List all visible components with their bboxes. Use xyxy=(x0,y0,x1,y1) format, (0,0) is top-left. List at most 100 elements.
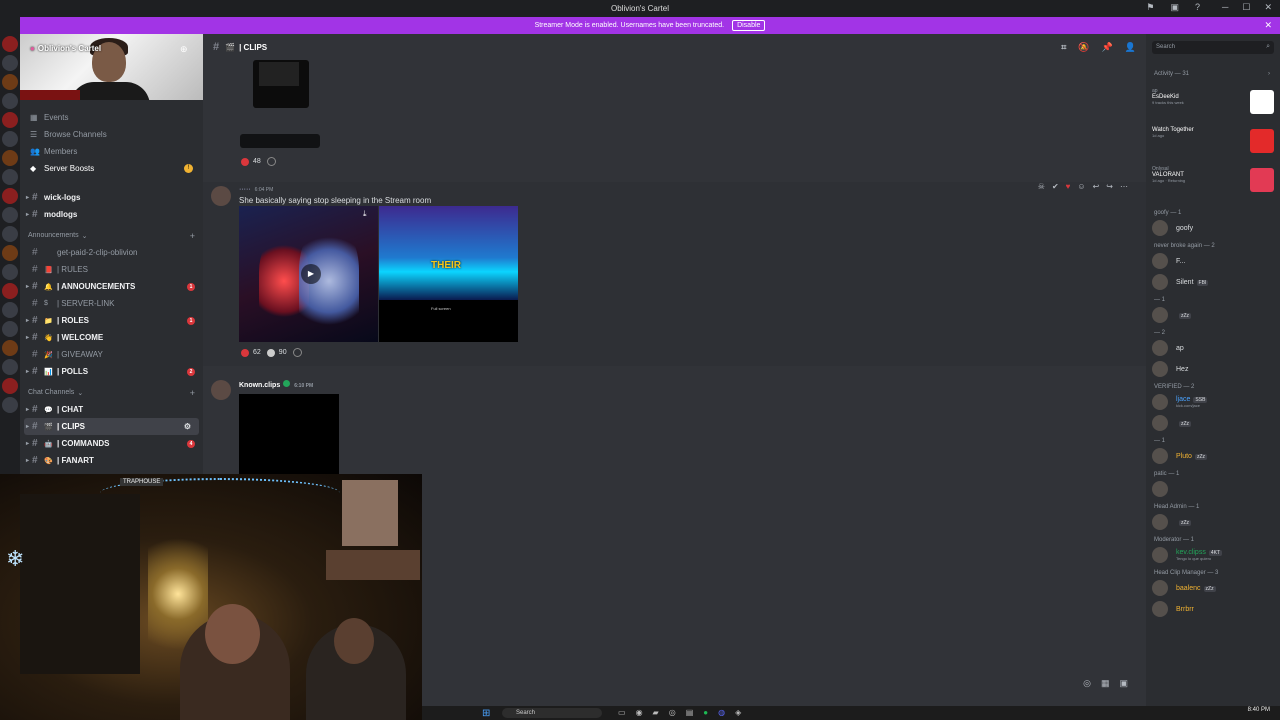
nav-members[interactable]: 👥 Members xyxy=(20,143,203,160)
member-item[interactable]: Hez xyxy=(1152,361,1188,377)
channel-item[interactable]: ▸ # 🎨 | FANART xyxy=(20,452,203,469)
member-item[interactable]: kev.clipss 4KT Tengo lo que quiero xyxy=(1152,547,1222,563)
close-window-icon[interactable]: ✕ xyxy=(1264,2,1272,13)
mute-icon[interactable]: 🔕 xyxy=(1078,42,1089,53)
channel-item[interactable]: ▸ # 🎬 | CLIPS ⚙ xyxy=(24,418,199,435)
forward-icon[interactable]: ↪ xyxy=(1106,182,1113,191)
reaction[interactable]: 48 xyxy=(241,157,261,166)
channel-item[interactable]: ▸ # 🔔 | ANNOUNCEMENTS 1 xyxy=(20,278,203,295)
server-icon[interactable] xyxy=(2,226,18,242)
gif-icon[interactable]: ▦ xyxy=(1101,678,1110,689)
avatar[interactable] xyxy=(211,380,231,400)
app-icon[interactable]: ◈ xyxy=(735,708,741,717)
member-item[interactable] xyxy=(1152,481,1176,497)
server-icon[interactable] xyxy=(2,302,18,318)
server-icon[interactable] xyxy=(2,112,18,128)
server-name[interactable]: Oblivion's Cartel xyxy=(30,44,101,53)
member-item[interactable]: ljace SSB kick.com/jace xyxy=(1152,394,1208,410)
skull-reaction-icon[interactable]: ☠ xyxy=(1038,182,1045,191)
avatar[interactable] xyxy=(211,186,231,206)
server-icon[interactable] xyxy=(2,245,18,261)
download-icon[interactable]: ⤓ xyxy=(363,209,367,219)
discord-icon[interactable]: ◍ xyxy=(718,708,725,717)
channel-item[interactable]: # get-paid-2-clip-oblivion xyxy=(20,244,203,261)
member-item[interactable]: zZz xyxy=(1152,514,1192,530)
reaction[interactable]: 62 xyxy=(241,348,261,357)
server-icon[interactable] xyxy=(2,207,18,223)
category-announcements[interactable]: Announcements ⌄ + xyxy=(20,227,203,244)
edge-icon[interactable]: ◉ xyxy=(636,708,643,717)
video-attachment[interactable]: THEIR Full screen xyxy=(379,206,518,342)
windows-start-icon[interactable]: ⊞ xyxy=(482,708,490,719)
server-icon[interactable] xyxy=(2,150,18,166)
heart-reaction-icon[interactable]: ♥ xyxy=(1066,182,1071,191)
image-attachment[interactable] xyxy=(253,60,309,108)
nav-events[interactable]: ▦ Events xyxy=(20,109,203,126)
server-icon[interactable] xyxy=(2,169,18,185)
fullscreen-label[interactable]: Full screen xyxy=(431,306,451,311)
server-icon[interactable] xyxy=(2,321,18,337)
channel-item[interactable]: ▸ # 🤖 | COMMANDS 4 xyxy=(20,435,203,452)
channel-item[interactable]: # $ | SERVER-LINK xyxy=(20,295,203,312)
disable-streamer-mode-button[interactable]: Disable xyxy=(732,20,766,31)
nav-browse-channels[interactable]: ☰ Browse Channels xyxy=(20,126,203,143)
server-icon[interactable] xyxy=(2,340,18,356)
channel-item[interactable]: ▸ # 💬 | CHAT xyxy=(20,401,203,418)
channel-modlogs[interactable]: ▸ # modlogs xyxy=(20,206,203,223)
taskbar-search[interactable]: Search xyxy=(502,708,602,718)
reaction[interactable]: 90 xyxy=(266,348,287,357)
chrome-icon[interactable]: ◎ xyxy=(669,708,676,717)
server-icon[interactable] xyxy=(2,55,18,71)
search-input[interactable]: Search ⌕ xyxy=(1152,41,1274,54)
server-icon[interactable] xyxy=(2,74,18,90)
folder-icon[interactable]: ▰ xyxy=(653,708,659,717)
channel-item[interactable]: ▸ # 📁 | ROLES 1 xyxy=(20,312,203,329)
video-attachment[interactable]: ▶ xyxy=(239,206,378,342)
activity-card[interactable]: ap EsDeeKid 9 tracks this week xyxy=(1152,88,1274,122)
server-icon[interactable] xyxy=(2,283,18,299)
pin-icon[interactable]: ⚑ xyxy=(1146,2,1154,13)
reply-icon[interactable]: ↩ xyxy=(1093,182,1100,191)
activity-card[interactable]: Watch Together 1d ago xyxy=(1152,127,1274,161)
close-banner-icon[interactable]: ✕ xyxy=(1264,20,1272,31)
nav-server-boosts[interactable]: ◆ Server Boosts! xyxy=(20,160,203,177)
member-item[interactable]: Silent FBI xyxy=(1152,274,1209,290)
minimize-icon[interactable]: ─ xyxy=(1222,2,1228,13)
member-item[interactable]: baalenc zZz xyxy=(1152,580,1216,596)
channel-item[interactable]: ▸ # 📊 | POLLS 2 xyxy=(20,363,203,380)
message-author[interactable]: Known.clips 6:10 PM xyxy=(239,380,313,389)
member-list-icon[interactable]: 👤 xyxy=(1125,42,1136,53)
activity-header[interactable]: Activity — 31 › xyxy=(1154,71,1270,77)
member-item[interactable]: zZz xyxy=(1152,307,1192,323)
server-icon[interactable] xyxy=(2,378,18,394)
pin-icon[interactable]: 📌 xyxy=(1102,42,1113,53)
gift-icon[interactable]: ◎ xyxy=(1083,678,1091,689)
add-reaction-icon[interactable] xyxy=(292,348,302,357)
server-icon[interactable] xyxy=(2,264,18,280)
add-channel-icon[interactable]: + xyxy=(190,388,195,398)
add-reaction-icon[interactable]: ☺ xyxy=(1077,182,1085,191)
terminal-icon[interactable]: ▭ xyxy=(618,708,626,717)
add-reaction-icon[interactable] xyxy=(266,157,276,166)
activity-card[interactable]: Onlysal VALORANT 1d ago · Returning xyxy=(1152,166,1274,200)
apps-icon[interactable]: ▣ xyxy=(1119,678,1128,689)
emoji-reaction-icon[interactable]: ✔ xyxy=(1052,182,1059,191)
threads-icon[interactable]: ⌗ xyxy=(1061,42,1066,53)
server-icon[interactable] xyxy=(2,93,18,109)
help-icon[interactable]: ? xyxy=(1195,2,1200,13)
video-attachment[interactable] xyxy=(239,394,339,474)
member-item[interactable]: ap xyxy=(1152,340,1184,356)
chevron-right-icon[interactable]: › xyxy=(1268,71,1270,77)
member-item[interactable]: Pluto zZz xyxy=(1152,448,1208,464)
member-item[interactable]: Brrbrr xyxy=(1152,601,1194,617)
channel-item[interactable]: ▸ # 👋 | WELCOME xyxy=(20,329,203,346)
member-item[interactable]: F... xyxy=(1152,253,1185,269)
message-author[interactable]: ····· 6:04 PM xyxy=(239,186,273,193)
play-icon[interactable]: ▶ xyxy=(301,264,321,284)
server-icon[interactable] xyxy=(2,131,18,147)
maximize-icon[interactable]: ☐ xyxy=(1242,2,1250,13)
add-channel-icon[interactable]: + xyxy=(190,231,195,241)
server-icon[interactable] xyxy=(2,359,18,375)
server-icon[interactable] xyxy=(2,188,18,204)
server-icon[interactable] xyxy=(2,397,18,413)
